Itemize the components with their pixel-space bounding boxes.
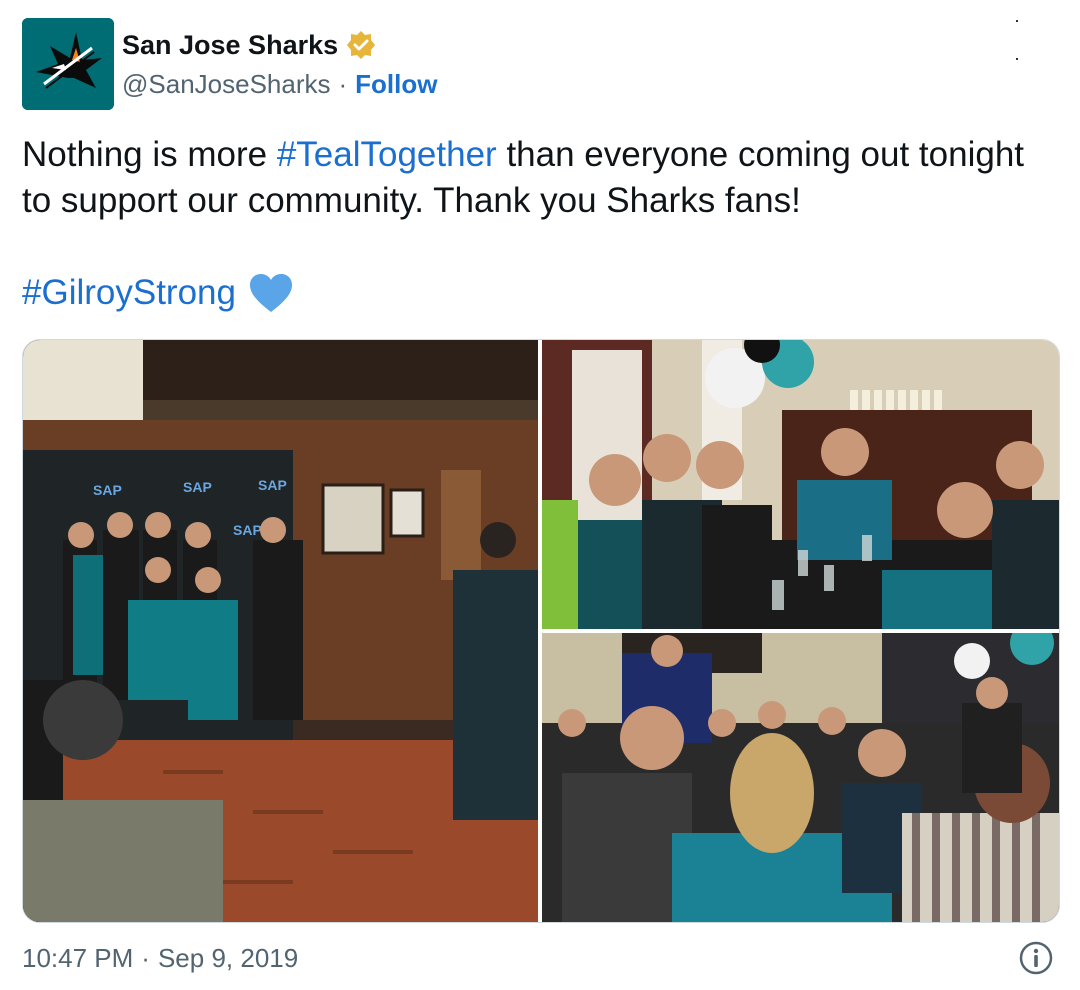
- photo-restaurant-crowd[interactable]: [542, 633, 1059, 922]
- tweet-timestamp[interactable]: 10:47 PM · Sep 9, 2019: [22, 938, 298, 978]
- sharks-logo-icon: [22, 18, 114, 110]
- tweet-text: Nothing is more #TealTogether than every…: [22, 132, 1042, 316]
- hashtag-gilroystrong[interactable]: #GilroyStrong: [22, 270, 236, 316]
- team-photo-image: SAP SAP SAP SAP: [23, 340, 538, 922]
- svg-text:SAP: SAP: [258, 477, 287, 493]
- corner-mark: [1016, 18, 1018, 60]
- svg-text:SAP: SAP: [233, 522, 262, 538]
- author-handle[interactable]: @SanJoseSharks: [122, 69, 331, 100]
- svg-text:SAP: SAP: [183, 479, 212, 495]
- svg-text:SAP: SAP: [93, 482, 122, 498]
- restaurant-crowd-image: [542, 633, 1059, 922]
- photo-fans-table[interactable]: [542, 340, 1059, 629]
- timestamp-time: 10:47 PM: [22, 942, 134, 973]
- follow-button[interactable]: Follow: [355, 69, 437, 100]
- author-handle-row: @SanJoseSharks · Follow: [122, 66, 438, 102]
- author-display-name[interactable]: San Jose Sharks: [122, 30, 338, 61]
- tweet-text-prefix: Nothing is more: [22, 135, 277, 174]
- verified-badge-icon: [347, 31, 376, 59]
- timestamp-separator: ·: [141, 942, 150, 973]
- handle-separator: ·: [338, 68, 348, 99]
- hashtag-tealtogether[interactable]: #TealTogether: [277, 135, 497, 174]
- fans-table-image: [542, 340, 1059, 629]
- author-name-row: San Jose Sharks: [122, 26, 376, 64]
- tweet-tag-line: #GilroyStrong: [22, 270, 1042, 316]
- info-icon[interactable]: [1018, 940, 1054, 976]
- photo-team-group[interactable]: SAP SAP SAP SAP: [23, 340, 538, 922]
- tweet-paragraph: Nothing is more #TealTogether than every…: [22, 132, 1042, 224]
- blue-heart-icon: [249, 274, 292, 312]
- media-grid: SAP SAP SAP SAP: [22, 339, 1060, 923]
- avatar[interactable]: [22, 18, 114, 110]
- timestamp-date: Sep 9, 2019: [157, 942, 299, 973]
